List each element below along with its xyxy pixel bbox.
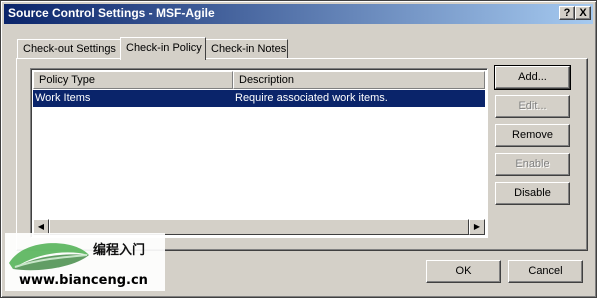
- ok-button[interactable]: OK: [426, 260, 501, 283]
- column-header-description[interactable]: Description: [233, 71, 485, 89]
- cancel-button[interactable]: Cancel: [508, 260, 583, 283]
- watermark-url: www.bianceng.cn: [19, 273, 148, 288]
- dialog-window: Source Control Settings - MSF-Agile ? X …: [0, 0, 597, 298]
- scroll-right-icon[interactable]: ▶: [469, 219, 485, 235]
- table-row[interactable]: Work Items Require associated work items…: [33, 90, 485, 107]
- tab-strip: Check-out Settings Check-in Policy Check…: [16, 37, 576, 60]
- watermark-chinese-text: 编程入门: [93, 243, 146, 258]
- watermark: 编程入门 www.bianceng.cn: [5, 233, 165, 291]
- policy-list[interactable]: Policy Type Description Work Items Requi…: [30, 68, 488, 238]
- tab-check-in-policy[interactable]: Check-in Policy: [120, 37, 206, 60]
- disable-button[interactable]: Disable: [495, 182, 570, 205]
- list-header: Policy Type Description: [33, 71, 485, 89]
- help-button[interactable]: ?: [559, 6, 575, 20]
- add-button[interactable]: Add...: [494, 65, 571, 90]
- tab-check-in-notes[interactable]: Check-in Notes: [205, 39, 288, 59]
- policy-type-cell: Work Items: [35, 92, 91, 104]
- title-bar[interactable]: Source Control Settings - MSF-Agile ? X: [4, 4, 593, 24]
- column-header-policy-type[interactable]: Policy Type: [33, 71, 233, 89]
- edit-button[interactable]: Edit...: [495, 95, 570, 118]
- window-title: Source Control Settings - MSF-Agile: [8, 6, 215, 20]
- enable-button[interactable]: Enable: [495, 153, 570, 176]
- tab-check-out-settings[interactable]: Check-out Settings: [17, 39, 121, 59]
- close-button[interactable]: X: [575, 6, 591, 20]
- remove-button[interactable]: Remove: [495, 124, 570, 147]
- description-cell: Require associated work items.: [235, 92, 388, 104]
